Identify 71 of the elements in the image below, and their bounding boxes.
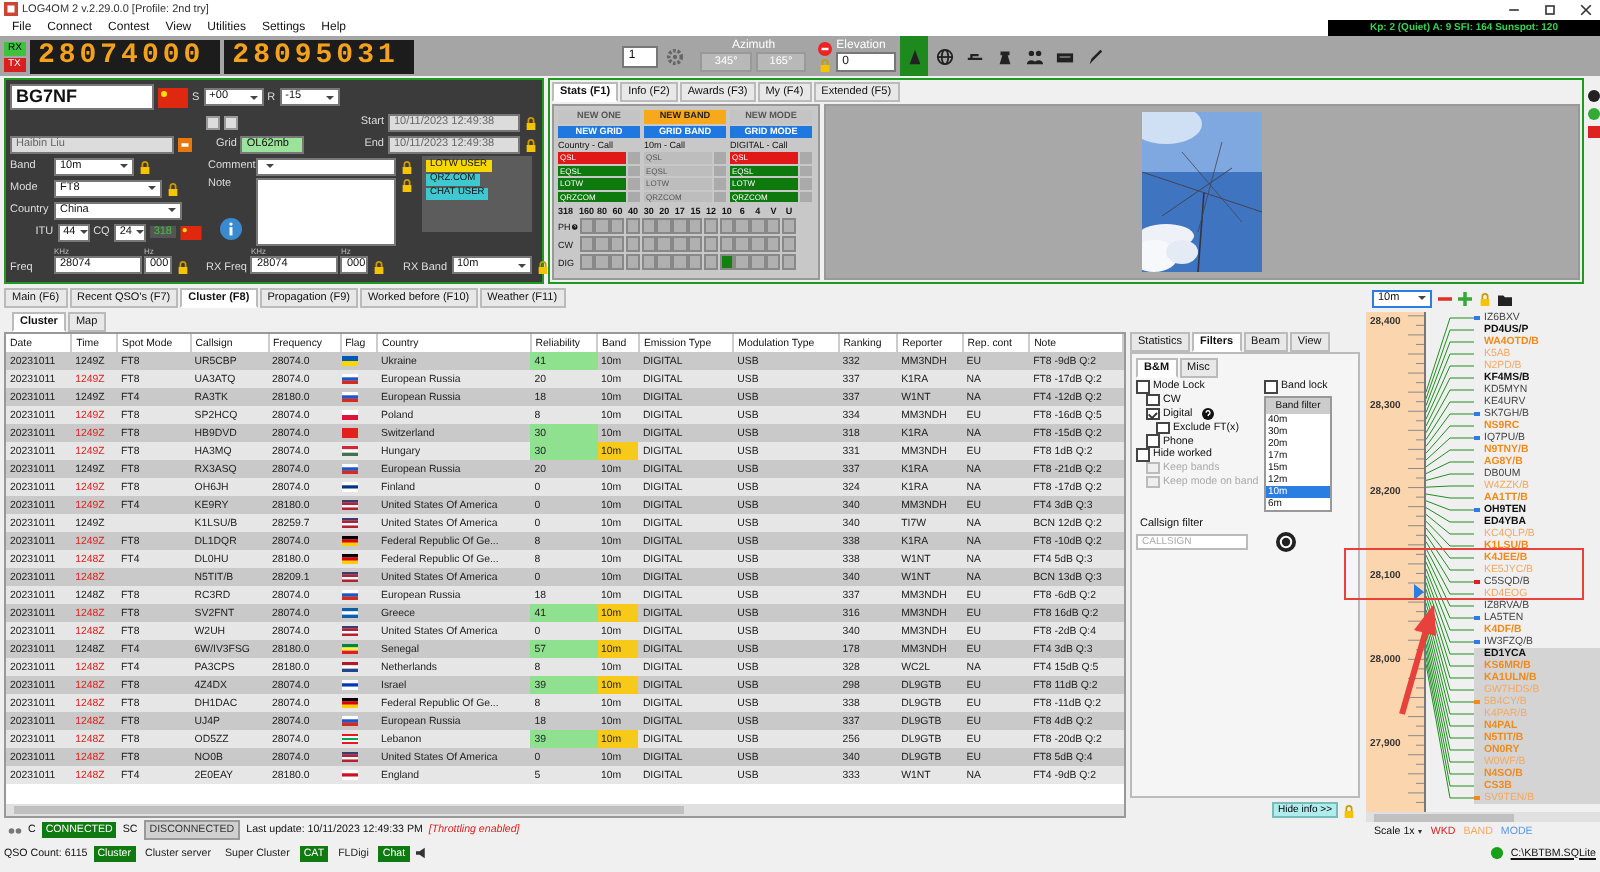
flag-icon [342, 626, 359, 636]
connection-icon [8, 823, 22, 837]
checkbox[interactable] [1264, 380, 1277, 394]
flag-icon [342, 500, 359, 510]
vfo-display: 28095031 [224, 39, 415, 73]
comment-select[interactable] [256, 157, 396, 175]
info-icon[interactable] [220, 218, 242, 240]
flag-icon [342, 734, 359, 744]
lock-icon[interactable] [400, 159, 414, 173]
close-icon[interactable] [1576, 1, 1596, 17]
help-icon[interactable] [572, 221, 578, 231]
flag-icon [158, 87, 188, 107]
flag-icon [342, 536, 359, 546]
speaker-icon[interactable] [415, 846, 430, 860]
antenna-button[interactable] [900, 36, 929, 76]
vfo-display: 28074000 [29, 39, 221, 73]
frequency-marker-icon [1414, 584, 1424, 600]
flag-icon [342, 644, 359, 654]
flag-icon [342, 680, 359, 690]
flag-icon [342, 518, 359, 528]
keyboard-icon[interactable] [1056, 47, 1075, 65]
lock-icon[interactable] [524, 137, 538, 151]
flag-icon [342, 464, 359, 474]
flag-icon [342, 752, 359, 762]
lock-icon[interactable] [524, 115, 538, 129]
flag-icon [342, 698, 359, 708]
lock-icon[interactable] [176, 260, 190, 274]
flag-icon [342, 554, 359, 564]
triangle-icon [905, 47, 924, 65]
flag-icon [342, 428, 359, 438]
flag-icon [342, 662, 359, 672]
checkbox[interactable] [1146, 407, 1159, 421]
checkbox[interactable] [1136, 380, 1149, 394]
lock-icon[interactable] [400, 178, 414, 192]
note-field[interactable] [256, 178, 396, 246]
flag-icon [342, 410, 359, 420]
flag-icon [342, 770, 359, 780]
horizontal-scrollbar[interactable] [1366, 812, 1600, 822]
flag-icon [342, 716, 359, 726]
checkbox[interactable] [1146, 434, 1159, 448]
globe-icon[interactable] [936, 47, 955, 65]
minus-icon[interactable] [1438, 291, 1452, 305]
status-dot-icon [1490, 846, 1505, 860]
flag-icon [342, 446, 359, 456]
flag-icon [342, 590, 359, 600]
checkbox[interactable] [1146, 393, 1159, 407]
horizontal-scrollbar[interactable] [6, 804, 1124, 816]
flag-icon [342, 572, 359, 582]
folder-icon[interactable] [1498, 291, 1512, 305]
pen-icon[interactable] [1086, 47, 1105, 65]
flag-icon [180, 225, 202, 239]
tower-icon[interactable] [996, 47, 1015, 65]
flag-icon [342, 374, 359, 384]
lock-icon[interactable] [166, 181, 180, 195]
maximize-icon[interactable] [1540, 1, 1560, 17]
people-icon[interactable] [1026, 47, 1045, 65]
help-icon[interactable] [1202, 407, 1215, 420]
checkbox[interactable] [1156, 421, 1169, 435]
lock-icon[interactable] [372, 260, 387, 274]
plus-icon[interactable] [1458, 291, 1472, 305]
lookup-icon[interactable] [178, 137, 192, 151]
checkbox[interactable] [1136, 448, 1149, 462]
flag-icon [342, 356, 359, 366]
refresh-icon[interactable] [1276, 531, 1296, 552]
flag-icon [342, 608, 359, 618]
flag-icon [342, 482, 359, 492]
flag-icon [342, 392, 359, 402]
stop-icon[interactable] [818, 41, 833, 55]
lock-icon[interactable] [138, 159, 152, 173]
call-input[interactable]: BG7NF [10, 84, 154, 110]
lock-icon[interactable] [535, 260, 549, 274]
